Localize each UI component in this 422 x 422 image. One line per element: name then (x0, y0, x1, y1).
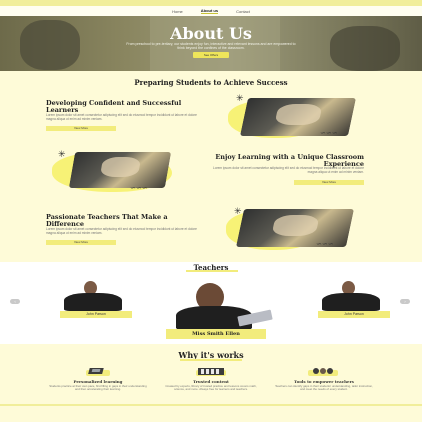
block1-view-more-button[interactable]: View More (46, 126, 116, 131)
preparing-title: Preparing Students to Achieve Success (134, 78, 288, 87)
sparkle-icon: ✳ (234, 207, 242, 217)
block3-text: Lorem ipsum dolor sit amet consectetur a… (46, 227, 197, 235)
squiggle-icon: ∽∽∽ (320, 129, 338, 137)
why-title-underline (180, 359, 242, 361)
block2-text: Lorem ipsum dolor sit amet consectetur a… (213, 166, 364, 174)
nav-about-us[interactable]: About us (200, 8, 219, 14)
block3-view-more-button[interactable]: View More (46, 240, 116, 245)
block1-photo (239, 98, 357, 136)
block1-title: Developing Confident and Successful Lear… (46, 99, 182, 114)
block3-photo (235, 209, 355, 247)
nav-contact[interactable]: Contact (236, 9, 250, 14)
block1-text: Lorem ipsum dolor sit amet consectetur a… (46, 113, 197, 121)
teacher-tools-icon (308, 368, 338, 376)
feature-2-text: Created by experts, library of trusted p… (165, 384, 257, 392)
feature-1-text: Students practice at their own pace, fir… (49, 384, 147, 392)
feature-3-text: Teachers can identify gaps in their stud… (275, 384, 373, 392)
squiggle-icon: ∽∽∽ (316, 240, 334, 248)
squiggle-icon: ∽∽∽ (130, 184, 148, 192)
main-nav: Home About us Contact (0, 6, 422, 16)
see-offers-button[interactable]: See Offers (193, 52, 229, 58)
hero-subtitle: From preschool to pre-tertiary, our stud… (126, 42, 296, 51)
trusted-content-icon (196, 368, 226, 376)
block2-view-more-button[interactable]: View More (294, 180, 364, 185)
teacher-1-body (64, 293, 122, 311)
footer-divider (0, 404, 422, 406)
teacher-3-body (322, 293, 380, 311)
teacher-3-name: John Parson (318, 311, 390, 318)
teacher-2-name: Miss Smith Ellen (166, 329, 266, 339)
nav-home[interactable]: Home (172, 9, 183, 14)
hero-banner: About Us From preschool to pre-tertiary,… (0, 16, 422, 71)
personalized-learning-icon (86, 368, 110, 376)
block3-title: Passionate Teachers That Make a Differen… (46, 213, 168, 228)
chevron-right-icon[interactable]: › (400, 299, 410, 304)
sparkle-icon: ✳ (236, 94, 244, 104)
hero-title: About Us (170, 24, 252, 43)
block2-photo (68, 152, 172, 188)
teacher-1-name: John Parson (60, 311, 132, 318)
chevron-left-icon[interactable]: ‹ (10, 299, 20, 304)
sparkle-icon: ✳ (58, 150, 66, 160)
teachers-title-underline (186, 270, 238, 272)
